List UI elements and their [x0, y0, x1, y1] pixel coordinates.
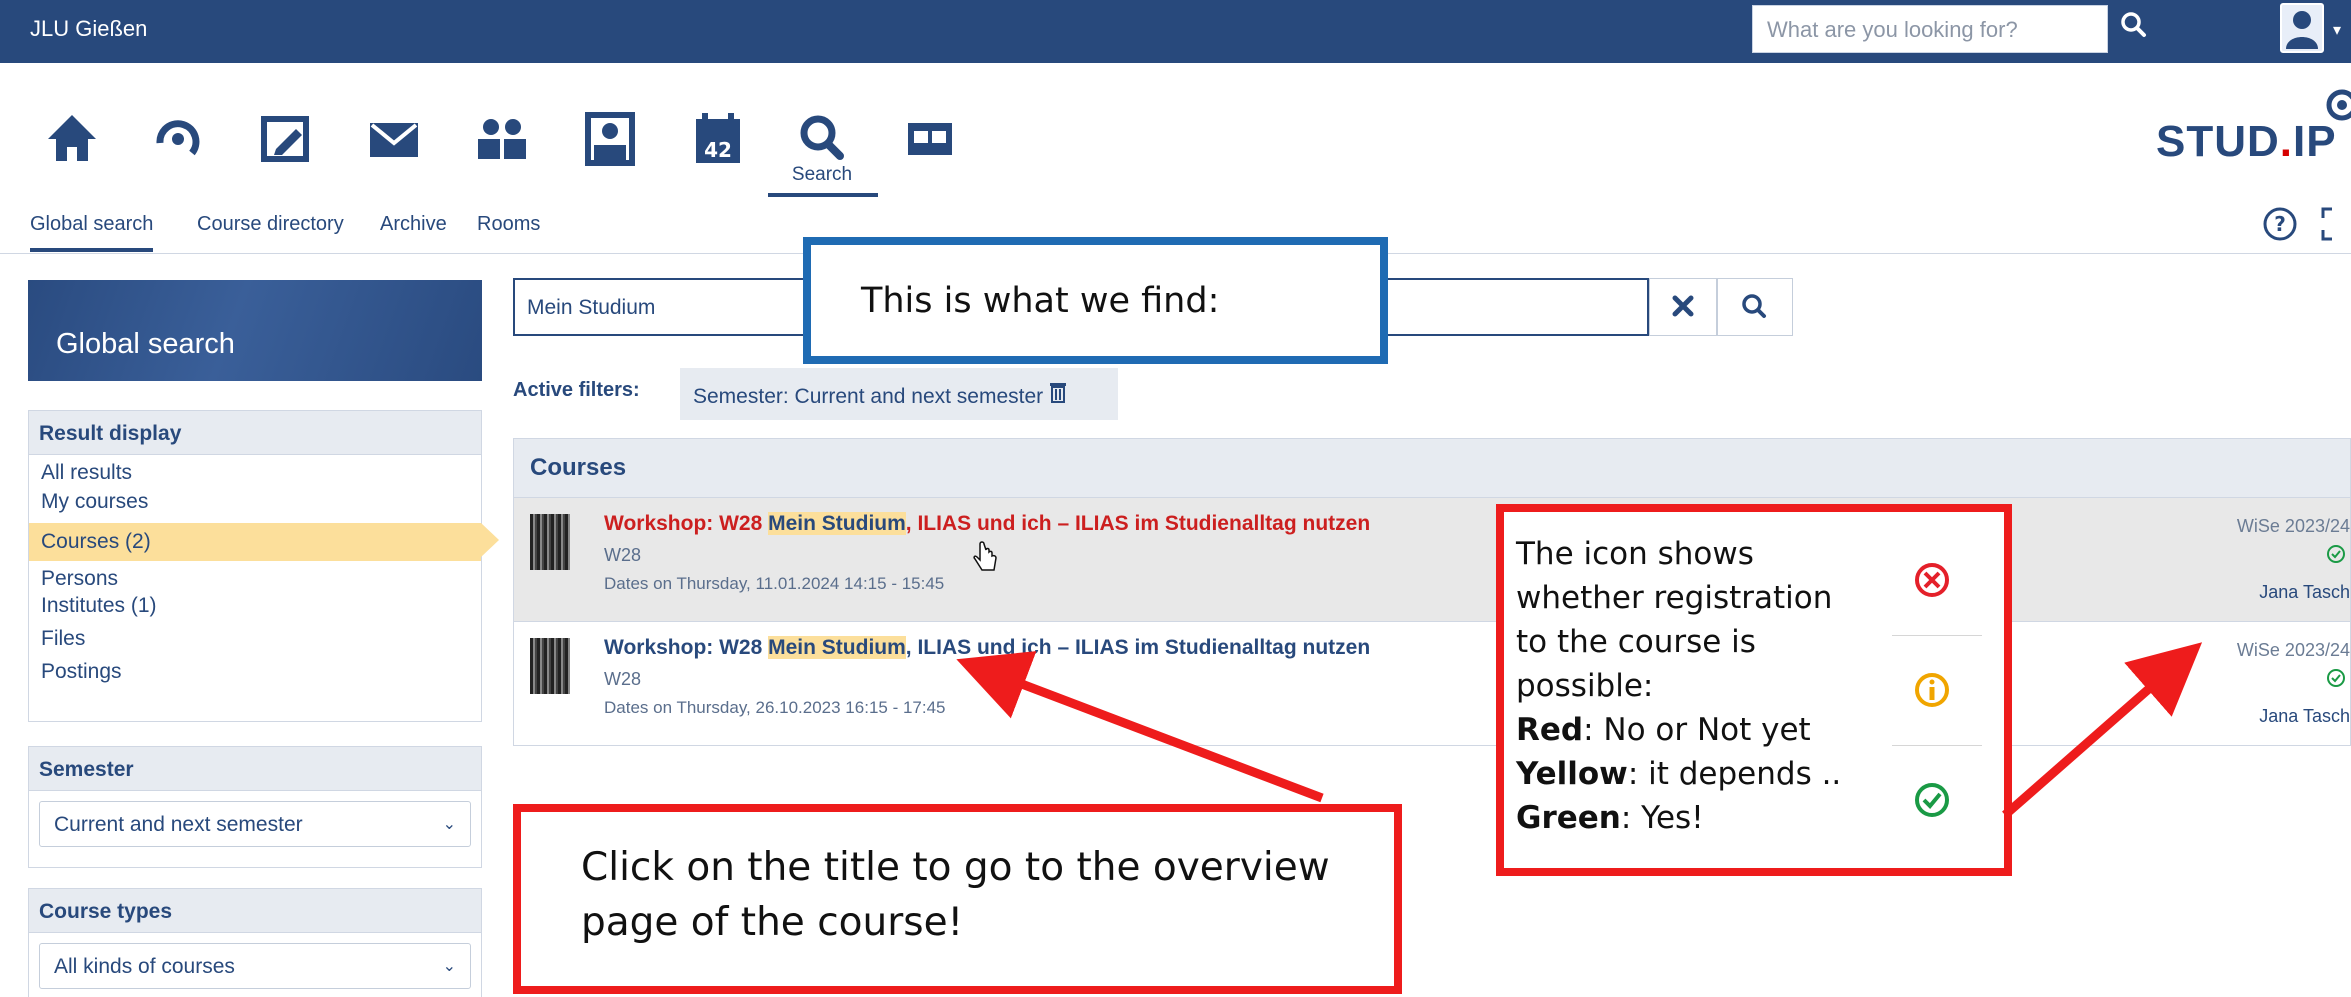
results-heading: Courses	[514, 439, 2350, 497]
course-number: W28	[604, 669, 642, 689]
search-submit-button[interactable]	[1717, 278, 1793, 336]
top-bar: JLU Gießen What are you looking for? ▾	[0, 0, 2351, 63]
courses-icon[interactable]	[256, 109, 316, 169]
status-red-icon	[1915, 563, 1949, 597]
course-lecturer[interactable]: Jana Tasch	[2259, 706, 2350, 727]
course-lecturer[interactable]: Jana Tasch	[2259, 582, 2350, 603]
status-yellow-icon	[1915, 673, 1949, 707]
legend-icons	[1892, 526, 1982, 870]
semester-box: Semester Current and next semester ⌄	[28, 746, 482, 868]
sidebar-item-persons[interactable]: Persons	[29, 561, 481, 594]
sidebar-title: Global search	[28, 280, 482, 381]
svg-text:?: ?	[2274, 212, 2286, 236]
tools-icon[interactable]	[900, 109, 960, 169]
legend-yellow-label: Yellow	[1516, 756, 1628, 792]
search-icon[interactable]	[2118, 9, 2162, 53]
course-dates: Dates on Thursday, 11.01.2024 14:15 - 15…	[604, 574, 945, 593]
sidebar-item-institutes[interactable]: Institutes (1)	[29, 594, 481, 627]
course-dates: Dates on Thursday, 26.10.2023 16:15 - 17…	[604, 698, 946, 717]
course-title-link[interactable]: Workshop: W28 Mein Studium, ILIAS und ic…	[604, 636, 1370, 660]
search-nav-icon[interactable]	[792, 109, 852, 169]
status-green-icon	[1915, 783, 1949, 817]
sidebar-item-courses[interactable]: Courses (2)	[29, 523, 499, 561]
tab-global-search[interactable]: Global search	[30, 213, 154, 252]
course-semester: WiSe 2023/24	[2236, 516, 2350, 536]
avatar[interactable]	[2280, 3, 2324, 53]
active-nav-underline	[768, 193, 878, 197]
annotation-click-title: Click on the title to go to the overview…	[513, 804, 1402, 994]
chevron-down-icon[interactable]: ▾	[2333, 20, 2341, 40]
brand-label[interactable]: JLU Gießen	[30, 16, 147, 42]
annotation-find: This is what we find:	[803, 237, 1388, 364]
chevron-down-icon: ⌄	[442, 958, 456, 975]
legend-red-text: : No or Not yet	[1583, 712, 1811, 748]
sidebar-item-files[interactable]: Files	[29, 627, 481, 660]
active-filters-label: Active filters:	[513, 379, 640, 401]
main-navigation: 42 Search STUD.IP	[0, 63, 2351, 198]
activity-icon[interactable]	[148, 109, 208, 169]
legend-intro: The icon shows whether registration to t…	[1516, 536, 1833, 704]
filter-chip-label: Semester: Current and next semester	[693, 385, 1044, 408]
semester-select-value: Current and next semester	[54, 813, 303, 836]
help-icon[interactable]: ?	[2262, 206, 2298, 247]
annotation-icon-legend: The icon shows whether registration to t…	[1496, 504, 2012, 876]
studip-logo: STUD.IP	[2156, 117, 2337, 166]
course-thumbnail	[530, 638, 570, 694]
table-row[interactable]: Workshop: W28 Mein Studium, ILIAS und ic…	[514, 621, 2350, 745]
fullscreen-icon[interactable]	[2320, 206, 2351, 247]
course-number: W28	[604, 545, 642, 565]
chevron-down-icon: ⌄	[442, 816, 456, 833]
clear-search-button[interactable]	[1649, 278, 1717, 336]
hand-cursor-icon	[972, 540, 1000, 581]
table-row[interactable]: Workshop: W28 Mein Studium, ILIAS und ic…	[514, 497, 2350, 621]
tab-course-directory[interactable]: Course directory	[197, 213, 344, 236]
semester-heading: Semester	[29, 747, 481, 791]
messages-icon[interactable]	[364, 109, 424, 169]
tab-rooms[interactable]: Rooms	[477, 213, 540, 236]
course-title-link[interactable]: Workshop: W28 Mein Studium, ILIAS und ic…	[604, 512, 1370, 536]
course-semester: WiSe 2023/24	[2236, 640, 2350, 660]
logo-signal-icon	[2318, 81, 2351, 126]
course-types-box: Course types All kinds of courses ⌄	[28, 888, 482, 997]
course-types-select[interactable]: All kinds of courses ⌄	[39, 943, 471, 989]
filter-chip-semester[interactable]: Semester: Current and next semester	[680, 368, 1118, 420]
course-types-heading: Course types	[29, 889, 481, 933]
legend-green-text: : Yes!	[1620, 800, 1704, 836]
nav-label-search[interactable]: Search	[790, 164, 854, 186]
profile-icon[interactable]	[580, 109, 640, 169]
result-display-list: Courses (2) Persons Institutes (1) Files…	[28, 410, 499, 722]
trash-icon[interactable]	[1049, 383, 1067, 408]
course-types-select-value: All kinds of courses	[54, 955, 235, 978]
sidebar-item-postings[interactable]: Postings	[29, 660, 481, 693]
calendar-icon[interactable]: 42	[688, 109, 748, 169]
legend-green-label: Green	[1516, 800, 1621, 836]
global-search-input[interactable]: What are you looking for?	[1752, 5, 2108, 53]
check-icon	[2326, 668, 2346, 693]
sidebar: Global search Result display All results…	[28, 280, 499, 997]
semester-select[interactable]: Current and next semester ⌄	[39, 801, 471, 847]
community-icon[interactable]	[472, 109, 532, 169]
home-icon[interactable]	[42, 109, 102, 169]
svg-text:42: 42	[704, 138, 732, 162]
legend-yellow-text: : it depends ..	[1627, 756, 1842, 792]
course-thumbnail	[530, 514, 570, 570]
tab-archive[interactable]: Archive	[380, 213, 447, 236]
results-panel: Courses Workshop: W28 Mein Studium, ILIA…	[513, 438, 2351, 746]
check-icon	[2326, 544, 2346, 569]
legend-red-label: Red	[1516, 712, 1584, 748]
